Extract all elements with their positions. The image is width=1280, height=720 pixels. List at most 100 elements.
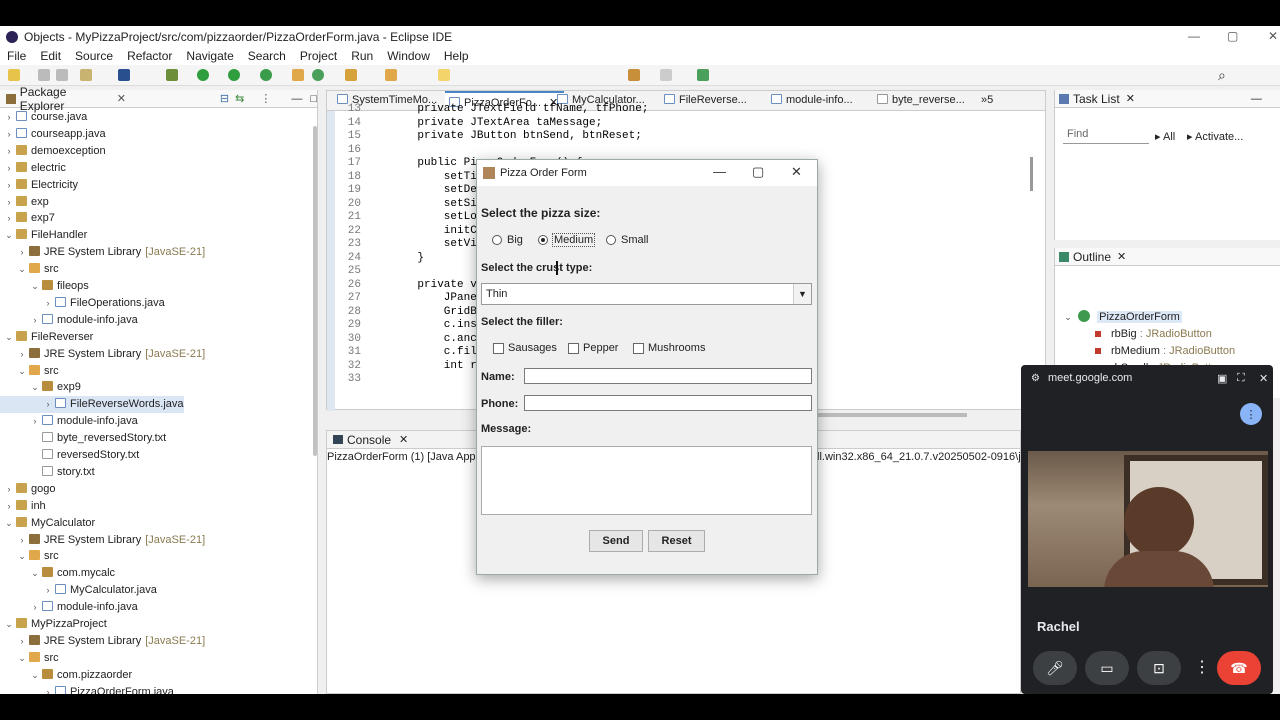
new-class-icon[interactable]	[312, 69, 324, 81]
checkbox-sausages[interactable]	[493, 343, 504, 354]
outline-title[interactable]: Outline	[1073, 250, 1111, 264]
expand-toggle-icon[interactable]: ›	[30, 599, 40, 616]
search-icon[interactable]: ⌕	[1218, 67, 1226, 84]
tree-row[interactable]: › course.java	[0, 109, 87, 126]
checkbox-pepper-label[interactable]: Pepper	[583, 342, 618, 354]
tree-row[interactable]: ⌄ exp9	[0, 379, 81, 396]
tree-row[interactable]: ⌄ MyCalculator	[0, 515, 95, 532]
expand-toggle-icon[interactable]: ›	[4, 143, 14, 160]
menu-edit[interactable]: Edit	[33, 48, 68, 65]
expand-toggle-icon[interactable]: ⌄	[4, 329, 14, 346]
tree-row[interactable]: › JRE System Library [JavaSE-21]	[0, 532, 205, 549]
minimize-view-icon[interactable]: —	[1251, 93, 1262, 105]
name-field[interactable]	[524, 368, 812, 384]
tree-row[interactable]: ⌄ src	[0, 650, 59, 667]
activate-filter[interactable]: ▸ Activate...	[1187, 130, 1243, 143]
settings-icon[interactable]: ⚙	[1031, 373, 1040, 384]
tree-row[interactable]: › demoexception	[0, 143, 106, 160]
expand-toggle-icon[interactable]: ›	[4, 194, 14, 211]
tree-row[interactable]: story.txt	[0, 464, 95, 481]
present-button[interactable]: ⊡	[1137, 651, 1181, 685]
tree-row[interactable]: › module-info.java	[0, 599, 138, 616]
phone-field[interactable]	[524, 395, 812, 411]
tree-row[interactable]: ⌄ MyPizzaProject	[0, 616, 107, 633]
expand-toggle-icon[interactable]: ›	[4, 177, 14, 194]
tree-row[interactable]: ⌄ fileops	[0, 278, 89, 295]
tree-row[interactable]: ⌄ FileHandler	[0, 227, 87, 244]
tab-filereverse[interactable]: FileReverse...	[662, 94, 747, 106]
external-tools-icon[interactable]	[260, 69, 272, 81]
tree-row[interactable]: reversedStory.txt	[0, 447, 139, 464]
outline-item[interactable]: rbMedium : JRadioButton	[1095, 345, 1235, 357]
save-icon[interactable]	[38, 69, 50, 81]
expand-toggle-icon[interactable]: ›	[17, 532, 27, 549]
tree-row[interactable]: › module-info.java	[0, 413, 138, 430]
tree-row[interactable]: › exp	[0, 194, 49, 211]
minimize-icon[interactable]: —	[713, 164, 726, 179]
expand-toggle-icon[interactable]: ⌄	[30, 379, 40, 396]
maximize-icon[interactable]: ▢	[1227, 29, 1238, 43]
task-list-title[interactable]: Task List	[1073, 92, 1120, 106]
tree-row[interactable]: › MyCalculator.java	[0, 582, 157, 599]
tree-row[interactable]: ⌄ com.mycalc	[0, 565, 115, 582]
expand-toggle-icon[interactable]: ⌄	[30, 565, 40, 582]
console-title[interactable]: Console	[347, 433, 391, 447]
expand-toggle-icon[interactable]: ›	[17, 244, 27, 261]
run-icon[interactable]	[197, 69, 209, 81]
radio-small-label[interactable]: Small	[621, 234, 649, 246]
radio-medium[interactable]	[538, 235, 548, 245]
tree-row[interactable]: › JRE System Library [JavaSE-21]	[0, 346, 205, 363]
expand-toggle-icon[interactable]: ⌄	[4, 227, 14, 244]
minimize-view-icon[interactable]: —	[291, 93, 302, 105]
radio-big[interactable]	[492, 235, 502, 245]
undo-icon[interactable]	[80, 69, 92, 81]
tree-row[interactable]: ⌄ src	[0, 363, 59, 380]
code-line[interactable]: private JTextArea taMessage;	[391, 117, 602, 129]
tree-row[interactable]: › PizzaOrderForm.java	[0, 684, 174, 694]
expand-toggle-icon[interactable]: ⌄	[4, 616, 14, 633]
tree-row[interactable]: › electric	[0, 160, 66, 177]
checkbox-mushrooms-label[interactable]: Mushrooms	[648, 342, 705, 354]
expand-toggle-icon[interactable]: ⌄	[17, 650, 27, 667]
close-icon[interactable]: ✕	[399, 433, 408, 446]
close-icon[interactable]: ✕	[1117, 250, 1126, 263]
checkbox-mushrooms[interactable]	[633, 343, 644, 354]
tree-row[interactable]: ⌄ com.pizzaorder	[0, 667, 132, 684]
mark-occurrences-icon[interactable]	[438, 69, 450, 81]
expand-toggle-icon[interactable]: ›	[43, 295, 53, 312]
save-all-icon[interactable]	[56, 69, 68, 81]
menu-file[interactable]: File	[0, 48, 33, 65]
open-perspective-icon[interactable]	[697, 69, 709, 81]
expand-toggle-icon[interactable]: ›	[17, 633, 27, 650]
tab-byte-reverse[interactable]: byte_reverse...	[875, 94, 965, 106]
checkbox-sausages-label[interactable]: Sausages	[508, 342, 557, 354]
expand-toggle-icon[interactable]: ⌄	[30, 278, 40, 295]
expand-toggle-icon[interactable]: ⌄	[17, 363, 27, 380]
reset-button[interactable]: Reset	[648, 530, 705, 552]
expand-toggle-icon[interactable]: ⌄	[17, 261, 27, 278]
expand-toggle-icon[interactable]: ›	[17, 346, 27, 363]
more-options-icon[interactable]: ⋮	[1194, 657, 1210, 677]
microphone-button[interactable]: 🎤︎	[1033, 651, 1077, 685]
minimize-icon[interactable]: —	[1188, 29, 1200, 43]
tabs-overflow[interactable]: »5	[981, 94, 993, 106]
expand-toggle-icon[interactable]: ⌄	[17, 548, 27, 565]
menu-window[interactable]: Window	[380, 48, 437, 65]
tree-scrollbar[interactable]	[313, 126, 317, 456]
menu-help[interactable]: Help	[437, 48, 476, 65]
expand-toggle-icon[interactable]: ›	[4, 498, 14, 515]
view-menu-icon[interactable]: ⋮	[260, 92, 271, 105]
expand-toggle-icon[interactable]: ›	[4, 126, 14, 143]
find-input[interactable]: Find	[1063, 128, 1149, 144]
close-icon[interactable]: ✕	[1268, 29, 1278, 43]
new-java-icon[interactable]	[292, 69, 304, 81]
pip-icon[interactable]: ▣	[1217, 372, 1227, 385]
code-line[interactable]: private JTextField tfName, tfPhone;	[391, 103, 648, 115]
menu-navigate[interactable]: Navigate	[179, 48, 240, 65]
expand-toggle-icon[interactable]: ⌄	[30, 667, 40, 684]
crust-combobox[interactable]: Thin ▼	[481, 283, 812, 305]
expand-icon[interactable]: ⛶	[1237, 372, 1245, 385]
chevron-down-icon[interactable]: ▼	[793, 284, 811, 304]
tree-row[interactable]: › JRE System Library [JavaSE-21]	[0, 633, 205, 650]
tree-row[interactable]: › inh	[0, 498, 46, 515]
